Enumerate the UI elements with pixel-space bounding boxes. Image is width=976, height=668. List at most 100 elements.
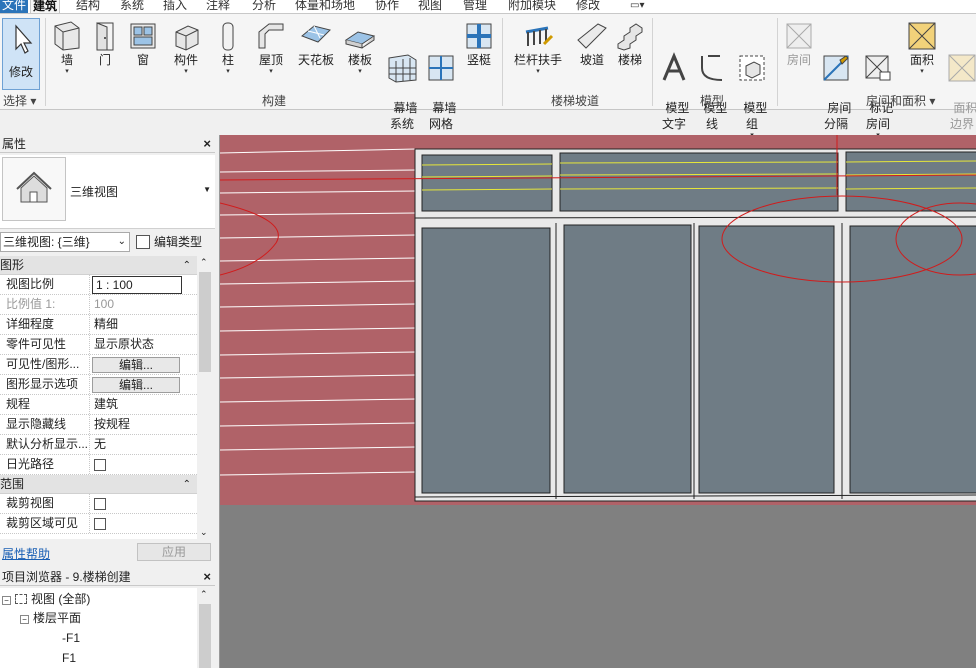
floor-label: 楼板: [347, 53, 372, 67]
properties-scrollbar[interactable]: ⌃ ⌄: [197, 256, 213, 539]
group-room-area-label[interactable]: 房间和面积 ▾: [866, 92, 935, 109]
area-button[interactable]: 面积 ▾: [904, 20, 940, 76]
section-graphics[interactable]: 图形 ⌃: [0, 256, 197, 275]
prop-row[interactable]: 显示隐藏线 按规程: [0, 415, 197, 435]
ceiling-button[interactable]: 天花板: [294, 20, 338, 68]
browser-title: 项目浏览器 - 9.楼梯创建: [2, 570, 131, 584]
prop-row[interactable]: 详细程度 精细: [0, 315, 197, 335]
tab-systems[interactable]: 系统: [120, 0, 144, 13]
tab-modify[interactable]: 修改: [576, 0, 600, 13]
properties-close-button[interactable]: ×: [203, 135, 211, 153]
roof-button[interactable]: 屋顶 ▾: [252, 20, 290, 76]
type-dropdown-icon[interactable]: ▼: [203, 185, 211, 194]
edit-type-button[interactable]: 编辑类型: [136, 232, 202, 252]
scroll-thumb[interactable]: [199, 272, 211, 372]
model-line-button[interactable]: 模型 线: [695, 20, 729, 132]
browser-scrollbar[interactable]: ⌃: [197, 588, 213, 668]
railing-button[interactable]: 栏杆扶手 ▾: [512, 20, 564, 76]
tree-node-views[interactable]: − 视图 (全部): [2, 591, 90, 607]
prop-row: 视图比例 1 : 100: [0, 275, 197, 295]
browser-close-button[interactable]: ×: [203, 568, 211, 586]
curtain-system-button[interactable]: 幕墙 系统: [384, 20, 420, 132]
prop-row: 裁剪区域可见: [0, 514, 197, 534]
room-button[interactable]: 房间: [782, 20, 816, 68]
column-button[interactable]: 柱 ▾: [212, 20, 244, 76]
tab-file[interactable]: 文件: [0, 0, 28, 13]
scroll-thumb[interactable]: [199, 604, 211, 668]
tree-node-floor-plan[interactable]: -F1: [62, 630, 80, 646]
collapse-tree-icon[interactable]: −: [20, 615, 29, 624]
tab-insert[interactable]: 插入: [163, 0, 187, 13]
group-build-label: 构建: [262, 94, 287, 108]
curtain-grid-label: 幕墙 网格: [428, 101, 457, 131]
mullion-button[interactable]: 竖梃: [462, 20, 496, 68]
edit-type-label: 编辑类型: [154, 235, 203, 249]
tab-view[interactable]: 视图: [418, 0, 442, 13]
component-icon: [175, 25, 199, 51]
properties-help-link[interactable]: 属性帮助: [2, 545, 50, 562]
views-icon: [15, 594, 27, 604]
door-button[interactable]: 门: [88, 20, 122, 68]
door-icon: [96, 22, 114, 51]
tab-architecture[interactable]: 建筑: [30, 0, 60, 13]
section-extents[interactable]: 范围 ⌃: [0, 475, 197, 494]
apply-button[interactable]: 应用: [137, 543, 211, 561]
tree-node-floor-plan[interactable]: F1: [62, 650, 76, 666]
3d-view-canvas[interactable]: [219, 135, 976, 668]
properties-header: 属性 ×: [0, 135, 215, 153]
tab-analyze[interactable]: 分析: [252, 0, 276, 13]
type-selector[interactable]: 三维视图 ▼: [0, 155, 215, 229]
model-render[interactable]: [220, 135, 976, 668]
wall-button[interactable]: 墙 ▾: [50, 20, 84, 76]
prop-row: 可见性/图形... 编辑...: [0, 355, 197, 375]
tab-manage[interactable]: 管理: [463, 0, 487, 13]
cursor-arrow-icon: [15, 24, 33, 54]
scroll-up-icon[interactable]: ⌃: [200, 589, 208, 600]
view-scale-field[interactable]: 1 : 100: [90, 275, 197, 294]
crop-view-checkbox[interactable]: [94, 498, 106, 510]
model-group-label: 模型 组: [743, 101, 768, 131]
scroll-up-icon[interactable]: ⌃: [200, 257, 208, 268]
crop-region-visible-checkbox[interactable]: [94, 518, 106, 530]
prop-row: 比例值 1: 100: [0, 295, 197, 315]
ribbon-separator: [777, 18, 778, 106]
floor-button[interactable]: 楼板 ▾: [342, 20, 378, 76]
tree-node-floor-plans[interactable]: − 楼层平面: [20, 610, 81, 626]
prop-row: 裁剪视图: [0, 494, 197, 514]
window-button[interactable]: 窗: [126, 20, 160, 68]
tab-structure[interactable]: 结构: [76, 0, 100, 13]
area-boundary-button[interactable]: 面积 边界: [944, 20, 976, 132]
wall-icon: [54, 21, 80, 51]
prop-row[interactable]: 默认分析显示... 无: [0, 435, 197, 455]
visibility-graphics-edit-button[interactable]: 编辑...: [92, 357, 180, 373]
view-instance-selector[interactable]: 三维视图: {三维} ⌄: [0, 232, 130, 252]
roof-icon: [258, 23, 284, 49]
tab-addins[interactable]: 附加模块: [508, 0, 556, 13]
tab-annotate[interactable]: 注释: [206, 0, 230, 13]
modify-button[interactable]: 修改: [2, 18, 40, 90]
properties-title: 属性: [2, 137, 27, 151]
tab-collaborate[interactable]: 协作: [375, 0, 399, 13]
area-boundary-label: 面积 边界: [949, 101, 976, 131]
model-text-button[interactable]: 模型 文字: [656, 20, 692, 132]
ceiling-icon: [301, 25, 331, 43]
component-button[interactable]: 构件 ▾: [168, 20, 204, 76]
graphic-display-edit-button[interactable]: 编辑...: [92, 377, 180, 393]
tab-massing-site[interactable]: 体量和场地: [295, 0, 355, 13]
collapse-tree-icon[interactable]: −: [2, 596, 11, 605]
group-select-label[interactable]: 选择 ▾: [3, 92, 36, 109]
prop-row[interactable]: 规程 建筑: [0, 395, 197, 415]
ramp-button[interactable]: 坡道: [574, 20, 610, 68]
ceiling-label: 天花板: [297, 53, 334, 67]
room-separator-button[interactable]: 房间 分隔: [818, 20, 854, 132]
prop-row[interactable]: 零件可见性 显示原状态: [0, 335, 197, 355]
group-stair-label: 楼梯坡道: [551, 94, 600, 108]
properties-panel: 属性 × 三维视图 ▼ 三维视图: {三维} ⌄ 编辑类型 图形 ⌃ 视图比例 1 …: [0, 135, 215, 568]
curtain-grid-button[interactable]: 幕墙 网格: [424, 20, 458, 132]
sun-path-checkbox[interactable]: [94, 459, 106, 471]
ribbon-options-icon[interactable]: ▭▾: [630, 0, 644, 13]
model-group-icon: [739, 55, 765, 81]
scroll-down-icon[interactable]: ⌄: [200, 527, 208, 538]
model-text-icon: [662, 52, 686, 81]
stair-button[interactable]: 楼梯: [612, 20, 648, 68]
